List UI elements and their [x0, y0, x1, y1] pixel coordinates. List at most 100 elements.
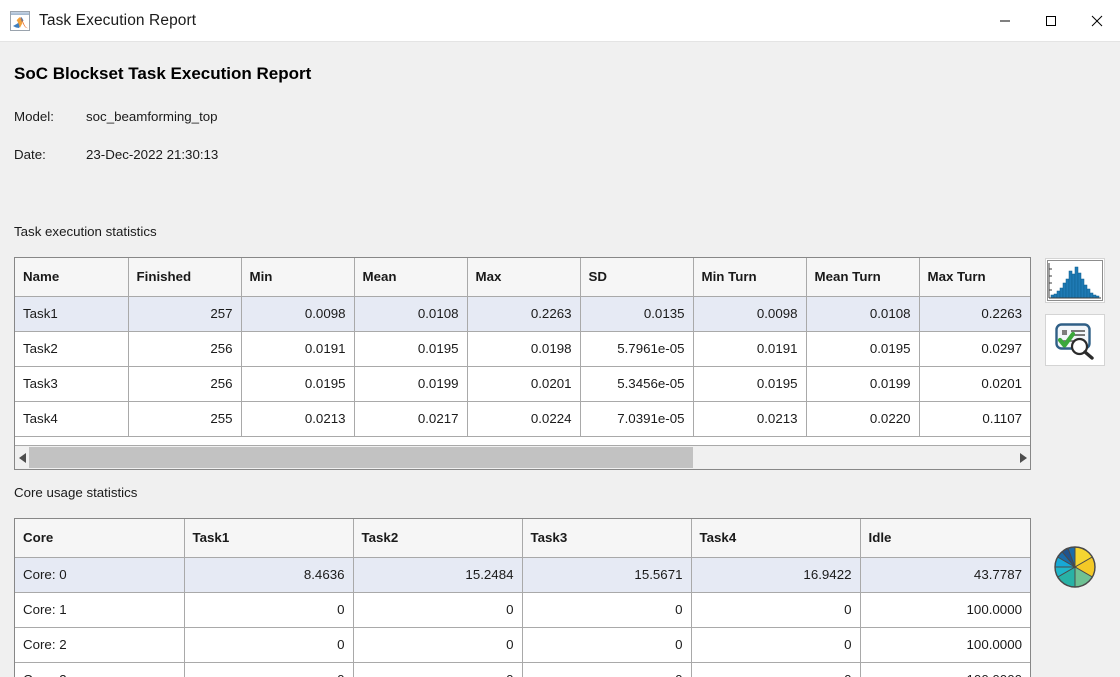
table-cell[interactable]: 0.0220 — [806, 401, 919, 436]
table-cell[interactable]: Task1 — [15, 296, 128, 331]
table-cell[interactable]: 15.2484 — [353, 557, 522, 592]
task-column-header[interactable]: Mean — [354, 258, 467, 296]
task-column-header[interactable]: Mean Turn — [806, 258, 919, 296]
table-cell[interactable]: 16.9422 — [691, 557, 860, 592]
table-cell[interactable]: Task2 — [15, 331, 128, 366]
table-cell[interactable]: 100.0000 — [860, 662, 1030, 677]
core-column-header[interactable]: Task3 — [522, 519, 691, 557]
close-icon[interactable] — [1074, 0, 1120, 41]
table-cell[interactable]: 0 — [184, 662, 353, 677]
minimize-icon[interactable] — [982, 0, 1028, 41]
table-row[interactable]: Task32560.01950.01990.02015.3456e-050.01… — [15, 366, 1030, 401]
task-column-header[interactable]: Max Turn — [919, 258, 1030, 296]
table-cell[interactable]: 0 — [691, 627, 860, 662]
table-cell[interactable]: 15.5671 — [522, 557, 691, 592]
task-column-header[interactable]: Min Turn — [693, 258, 806, 296]
table-cell[interactable]: 0.0195 — [354, 331, 467, 366]
table-row[interactable]: Core: 10000100.0000 — [15, 592, 1030, 627]
table-cell[interactable]: Task4 — [15, 401, 128, 436]
table-cell[interactable]: 0.1107 — [919, 401, 1030, 436]
core-column-header[interactable]: Task2 — [353, 519, 522, 557]
table-cell[interactable]: 0 — [353, 627, 522, 662]
table-row[interactable]: Task42550.02130.02170.02247.0391e-050.02… — [15, 401, 1030, 436]
core-column-header[interactable]: Core — [15, 519, 184, 557]
scroll-right-arrow-icon[interactable] — [1016, 446, 1030, 469]
table-cell[interactable]: 0.0195 — [241, 366, 354, 401]
table-cell[interactable]: 0.0224 — [467, 401, 580, 436]
table-cell[interactable]: Core: 0 — [15, 557, 184, 592]
table-cell[interactable]: 0.0213 — [693, 401, 806, 436]
core-column-header[interactable]: Task4 — [691, 519, 860, 557]
histogram-button[interactable] — [1045, 258, 1105, 303]
table-cell[interactable]: 0.0201 — [919, 366, 1030, 401]
core-column-header[interactable]: Task1 — [184, 519, 353, 557]
task-table-body[interactable]: Task12570.00980.01080.22630.01350.00980.… — [15, 296, 1030, 436]
table-cell[interactable]: 256 — [128, 366, 241, 401]
table-row[interactable]: Core: 30000100.0000 — [15, 662, 1030, 677]
scroll-left-arrow-icon[interactable] — [15, 446, 29, 469]
table-cell[interactable]: 0.0108 — [354, 296, 467, 331]
table-cell[interactable]: 0 — [691, 662, 860, 677]
table-cell[interactable]: 100.0000 — [860, 627, 1030, 662]
table-cell[interactable]: 0 — [184, 592, 353, 627]
task-statistics-table[interactable]: NameFinishedMinMeanMaxSDMin TurnMean Tur… — [15, 258, 1030, 437]
core-column-header[interactable]: Idle — [860, 519, 1030, 557]
table-cell[interactable]: 0.0098 — [241, 296, 354, 331]
task-column-header[interactable]: Name — [15, 258, 128, 296]
window-title: Task Execution Report — [39, 12, 196, 30]
task-column-header[interactable]: SD — [580, 258, 693, 296]
scrollbar-thumb[interactable] — [29, 447, 693, 468]
table-cell[interactable]: 0 — [522, 662, 691, 677]
table-cell[interactable]: 0.0199 — [354, 366, 467, 401]
table-cell[interactable]: 0 — [691, 592, 860, 627]
table-cell[interactable]: Core: 2 — [15, 627, 184, 662]
pie-chart-button[interactable] — [1052, 544, 1098, 590]
core-usage-table-container[interactable]: CoreTask1Task2Task3Task4Idle Core: 08.46… — [14, 518, 1031, 677]
table-cell[interactable]: Task3 — [15, 366, 128, 401]
task-column-header[interactable]: Finished — [128, 258, 241, 296]
table-cell[interactable]: 257 — [128, 296, 241, 331]
table-cell[interactable]: 256 — [128, 331, 241, 366]
table-cell[interactable]: 5.7961e-05 — [580, 331, 693, 366]
table-cell[interactable]: 0.2263 — [919, 296, 1030, 331]
table-cell[interactable]: 0.0098 — [693, 296, 806, 331]
table-cell[interactable]: 0 — [522, 592, 691, 627]
table-cell[interactable]: 7.0391e-05 — [580, 401, 693, 436]
table-cell[interactable]: 0.0199 — [806, 366, 919, 401]
table-cell[interactable]: 0.2263 — [467, 296, 580, 331]
table-cell[interactable]: 43.7787 — [860, 557, 1030, 592]
table-cell[interactable]: 0.0191 — [693, 331, 806, 366]
table-cell[interactable]: 100.0000 — [860, 592, 1030, 627]
task-statistics-table-container[interactable]: NameFinishedMinMeanMaxSDMin TurnMean Tur… — [14, 257, 1031, 470]
table-cell[interactable]: 0 — [522, 627, 691, 662]
table-cell[interactable]: 0.0108 — [806, 296, 919, 331]
table-cell[interactable]: 255 — [128, 401, 241, 436]
table-row[interactable]: Task22560.01910.01950.01985.7961e-050.01… — [15, 331, 1030, 366]
table-cell[interactable]: 8.4636 — [184, 557, 353, 592]
table-cell[interactable]: 0.0191 — [241, 331, 354, 366]
horizontal-scrollbar[interactable] — [15, 445, 1030, 469]
table-cell[interactable]: 0.0135 — [580, 296, 693, 331]
table-cell[interactable]: 0 — [353, 592, 522, 627]
table-row[interactable]: Core: 08.463615.248415.567116.942243.778… — [15, 557, 1030, 592]
table-cell[interactable]: Core: 1 — [15, 592, 184, 627]
table-cell[interactable]: 0.0297 — [919, 331, 1030, 366]
task-column-header[interactable]: Max — [467, 258, 580, 296]
table-cell[interactable]: 5.3456e-05 — [580, 366, 693, 401]
table-cell[interactable]: Core: 3 — [15, 662, 184, 677]
table-cell[interactable]: 0 — [184, 627, 353, 662]
table-cell[interactable]: 0.0217 — [354, 401, 467, 436]
core-usage-table[interactable]: CoreTask1Task2Task3Task4Idle Core: 08.46… — [15, 519, 1030, 677]
table-cell[interactable]: 0.0195 — [693, 366, 806, 401]
table-row[interactable]: Core: 20000100.0000 — [15, 627, 1030, 662]
table-cell[interactable]: 0.0201 — [467, 366, 580, 401]
table-cell[interactable]: 0.0198 — [467, 331, 580, 366]
table-cell[interactable]: 0.0195 — [806, 331, 919, 366]
inspector-button[interactable] — [1045, 314, 1105, 366]
table-cell[interactable]: 0 — [353, 662, 522, 677]
task-column-header[interactable]: Min — [241, 258, 354, 296]
maximize-icon[interactable] — [1028, 0, 1074, 41]
table-cell[interactable]: 0.0213 — [241, 401, 354, 436]
table-row[interactable]: Task12570.00980.01080.22630.01350.00980.… — [15, 296, 1030, 331]
core-table-body[interactable]: Core: 08.463615.248415.567116.942243.778… — [15, 557, 1030, 677]
